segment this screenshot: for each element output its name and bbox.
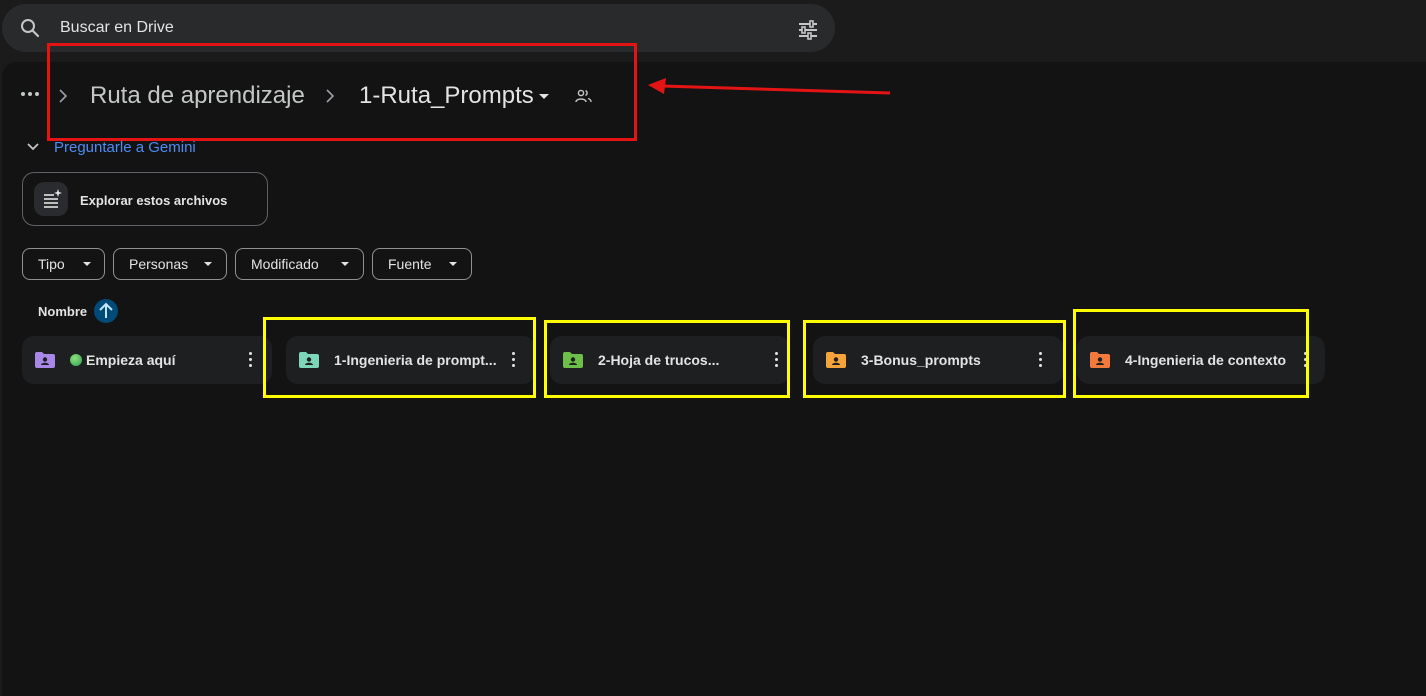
search-options-icon[interactable] bbox=[797, 20, 819, 40]
filter-modified-label: Modificado bbox=[251, 256, 319, 272]
dropdown-arrow-icon bbox=[449, 262, 457, 266]
dropdown-arrow-icon bbox=[204, 262, 212, 266]
ask-gemini-label: Preguntarle a Gemini bbox=[54, 139, 196, 156]
explore-icon bbox=[34, 182, 68, 216]
more-crumbs-icon[interactable] bbox=[21, 92, 39, 98]
explore-files-label: Explorar estos archivos bbox=[80, 193, 228, 208]
filter-source-label: Fuente bbox=[388, 256, 432, 272]
folder-name: Empieza aquí bbox=[70, 352, 230, 368]
search-input[interactable]: Buscar en Drive bbox=[60, 19, 174, 37]
filter-type[interactable]: Tipo bbox=[22, 248, 105, 280]
chevron-down-icon bbox=[27, 143, 39, 151]
filter-modified[interactable]: Modificado bbox=[235, 248, 364, 280]
dropdown-arrow-icon bbox=[341, 262, 349, 266]
shared-folder-icon bbox=[35, 352, 55, 368]
folder-card[interactable]: Empieza aquí bbox=[22, 336, 272, 384]
highlight-box-yellow bbox=[803, 320, 1066, 398]
dropdown-arrow-icon bbox=[83, 262, 91, 266]
filter-people-label: Personas bbox=[129, 256, 189, 272]
filter-type-label: Tipo bbox=[38, 256, 65, 272]
arrow-up-icon bbox=[99, 302, 113, 318]
highlight-box-yellow bbox=[263, 317, 536, 398]
more-options-icon[interactable] bbox=[249, 352, 253, 368]
highlight-box-yellow bbox=[1073, 309, 1309, 398]
highlight-box-yellow bbox=[544, 320, 790, 398]
sort-direction-button[interactable] bbox=[94, 299, 118, 323]
arrow-left-icon bbox=[648, 78, 891, 95]
filter-source[interactable]: Fuente bbox=[372, 248, 472, 280]
explore-files-button[interactable]: Explorar estos archivos bbox=[22, 172, 268, 226]
green-circle-icon bbox=[70, 354, 82, 366]
folder-name-text: Empieza aquí bbox=[86, 352, 176, 368]
sort-by-name-label[interactable]: Nombre bbox=[38, 304, 87, 319]
highlight-box-red bbox=[47, 43, 637, 141]
filter-people[interactable]: Personas bbox=[113, 248, 227, 280]
search-icon bbox=[21, 19, 40, 38]
